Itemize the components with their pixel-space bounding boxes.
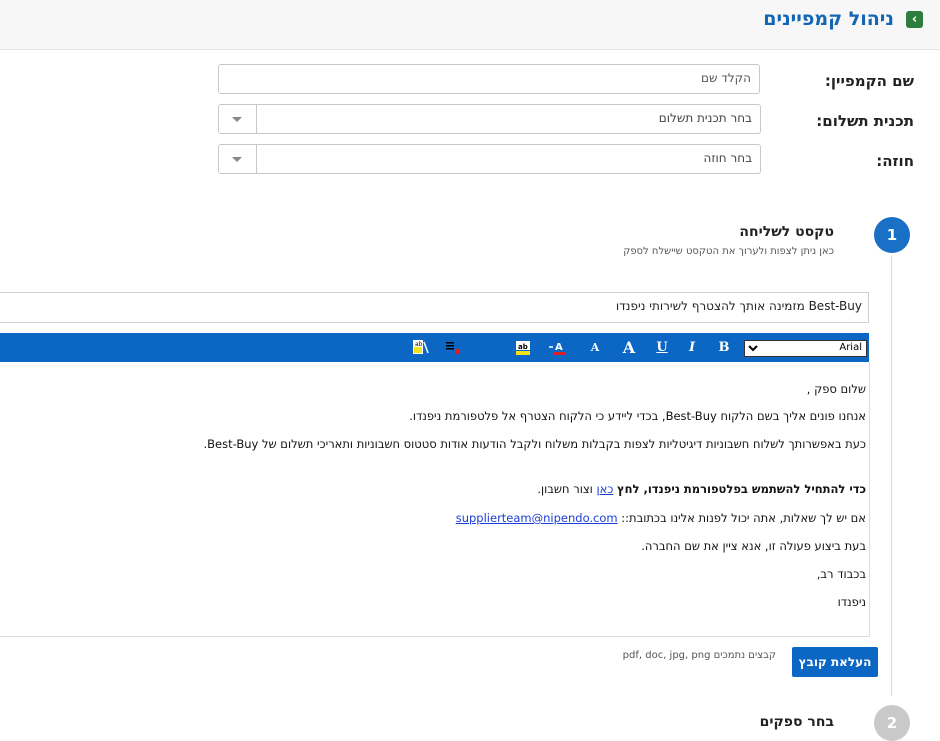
contract-select[interactable]: בחר חוזה <box>218 144 761 174</box>
svg-text:ab: ab <box>415 341 423 348</box>
page-header: ‹ ניהול קמפיינים <box>0 0 940 50</box>
editor-cta-link[interactable]: כאן <box>596 482 613 496</box>
editor-line-2: כעת באפשרותך לשלוח חשבוניות דיגיטליות לצ… <box>203 437 866 451</box>
page-title: ניהול קמפיינים <box>763 8 894 30</box>
font-select[interactable]: Arial <box>744 340 867 357</box>
bold-button[interactable]: B <box>716 338 732 357</box>
editor-greeting: שלום ספק , <box>806 382 866 396</box>
campaign-name-input[interactable]: הקלד שם <box>218 64 760 94</box>
editor-cta-line: כדי להתחיל להשתמש בפלטפורמת ניפנדו, לחץ … <box>537 482 866 496</box>
subject-value: Best-Buy מזמינה אותך להצטרף לשירותי ניפנ… <box>615 299 862 313</box>
step-connector <box>891 256 892 696</box>
chevron-down-icon <box>748 345 758 352</box>
underline-button[interactable]: U <box>654 338 670 357</box>
italic-button[interactable]: I <box>684 338 700 357</box>
font-size-down-button[interactable]: A <box>588 338 602 357</box>
payment-plan-select[interactable]: בחר תכנית תשלום <box>218 104 761 134</box>
editor-cta-bold: כדי להתחיל להשתמש בפלטפורמת ניפנדו, לחץ <box>617 482 866 496</box>
text-color-icon[interactable]: A <box>549 339 567 356</box>
payment-plan-value: בחר תכנית תשלום <box>658 111 752 125</box>
subject-input[interactable]: Best-Buy מזמינה אותך להצטרף לשירותי ניפנ… <box>0 292 869 323</box>
chevron-left-icon[interactable]: ‹ <box>906 11 923 28</box>
font-size-up-button[interactable]: A <box>620 338 638 357</box>
step-2-badge: 2 <box>874 705 910 741</box>
list-color-icon[interactable] <box>444 339 462 356</box>
upload-file-button[interactable]: העלאת קובץ <box>792 647 878 677</box>
step-1-title: טקסט לשליחה <box>739 224 834 240</box>
editor-line-1: אנחנו פונים אליך בשם הלקוח Best-Buy, בכד… <box>409 409 866 423</box>
editor-toolbar: Arial B I U A A A ab ab הוסף קישור לרישו… <box>0 333 869 687</box>
upload-supported-types: קבצים נתמכים pdf, doc, jpg, png <box>622 650 776 661</box>
editor-regards: בכבוד רב, <box>816 567 866 581</box>
step-1-badge: 1 <box>874 217 910 253</box>
editor-signature: ניפנדו <box>837 595 866 609</box>
editor-company-note: בעת ביצוע פעולה זו, אנא ציין את שם החברה… <box>641 539 866 553</box>
payment-plan-label: תכנית תשלום: <box>816 112 914 130</box>
contract-label: חוזה: <box>876 152 914 170</box>
highlight-color-icon[interactable]: ab <box>515 339 533 356</box>
step-1-subtitle: כאן ניתן לצפות ולערוך את הטקסט שיישלח לס… <box>623 246 834 257</box>
editor-questions: אם יש לך שאלות, אתה יכול לפנות אלינו בכת… <box>621 511 866 525</box>
svg-text:ab: ab <box>518 343 528 351</box>
editor-questions-line: אם יש לך שאלות, אתה יכול לפנות אלינו בכת… <box>456 511 866 525</box>
support-email-link[interactable]: supplierteam@nipendo.com <box>456 511 618 525</box>
chevron-down-icon[interactable] <box>219 105 257 133</box>
step-2-title: בחר ספקים <box>759 714 834 730</box>
contract-value: בחר חוזה <box>703 151 752 165</box>
svg-text:A: A <box>555 342 563 353</box>
campaign-name-label: שם הקמפיין: <box>824 72 914 90</box>
editor-cta-rest: וצור חשבון. <box>537 482 593 496</box>
chevron-down-icon[interactable] <box>219 145 257 173</box>
font-select-value: Arial <box>839 342 862 353</box>
campaign-name-placeholder: הקלד שם <box>700 71 751 85</box>
clear-format-icon[interactable]: ab <box>412 339 430 356</box>
add-registration-link-button[interactable]: הוסף קישור לרישום <box>255 673 355 687</box>
message-editor[interactable] <box>0 362 870 637</box>
